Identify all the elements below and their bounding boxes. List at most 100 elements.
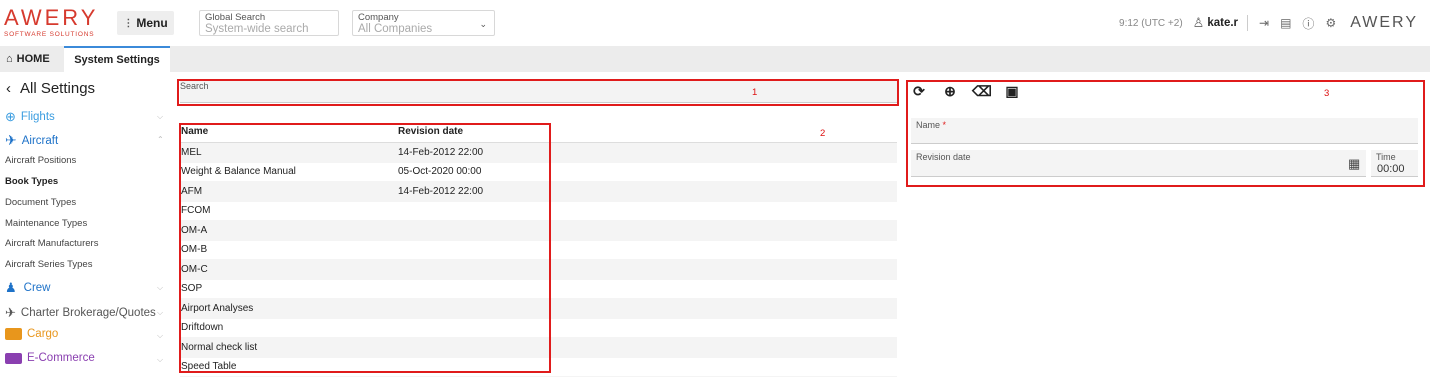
table-row[interactable]: Airport Analyses [180,299,897,319]
table-row[interactable]: FCOM [180,202,897,221]
sidebar-group-crew-label: Crew [23,282,51,294]
required-marker: * [942,120,947,130]
cell-name: AFM [181,185,203,197]
logo-tagline: SOFTWARE SOLUTIONS [4,31,95,38]
logout-icon[interactable]: ⇥ [1259,16,1269,30]
cell-name: Driftdown [181,322,224,334]
sidebar-group-ecommerce-label: E-Commerce [27,352,95,364]
table-row[interactable]: OM-A [180,221,897,241]
sidebar-group-crew[interactable]: ♟ Crew ⌵ [5,280,163,296]
company-label: Company [358,12,399,23]
time-value: 00:00 [1377,163,1405,175]
sidebar-item-aircraft-manufacturers[interactable]: Aircraft Manufacturers [5,238,98,249]
messages-icon[interactable]: ▤ [1280,16,1291,30]
company-value: All Companies [358,23,433,35]
time-field[interactable]: Time 00:00 [1371,150,1418,177]
cell-revision-date: 14-Feb-2012 22:00 [398,185,484,197]
table-header: Name Revision date [180,121,897,143]
refresh-icon[interactable]: ⟳ [910,83,928,100]
table-row[interactable]: Normal check list [180,338,897,358]
warehouse-icon [5,328,22,340]
name-field[interactable]: Name * [911,118,1418,144]
global-search-label: Global Search [205,12,266,23]
cell-name: MEL [181,146,202,158]
money-icon [5,352,22,364]
table-row[interactable]: SOP [180,280,897,299]
add-circle-icon[interactable]: ⊕ [941,83,959,100]
name-field-label: Name * [916,120,946,130]
sidebar-group-flights[interactable]: ⊕ Flights ⌵ [5,109,163,125]
all-settings-back[interactable]: ‹ All Settings [6,80,95,97]
home-icon: ⌂ [6,53,13,65]
sidebar-item-book-types[interactable]: Book Types [5,176,58,187]
time-label: Time [1376,152,1396,162]
sidebar-group-charter[interactable]: ✈ Charter Brokerage/Quotes ⌵ [5,305,163,321]
sidebar-group-ecommerce[interactable]: E-Commerce ⌵ [5,352,163,364]
top-bar: AWERY SOFTWARE SOLUTIONS ⋮ Menu Global S… [0,0,1430,46]
sidebar-item-aircraft-series-types[interactable]: Aircraft Series Types [5,259,92,270]
user-menu[interactable]: ♙ kate.r [1192,15,1249,31]
cell-revision-date: 14-Feb-2012 22:00 [398,146,484,158]
tab-home[interactable]: ⌂ HOME [6,46,50,72]
crew-icon: ♟ [5,280,17,295]
takeoff-icon: ✈ [5,305,16,320]
airplane-icon: ✈ [5,132,17,148]
annotation-number-3: 3 [1324,88,1330,99]
logo-wordmark: AWERY [4,5,99,30]
clock-display: 9:12 (UTC +2) [1119,17,1183,29]
sidebar-group-aircraft-label: Aircraft [21,134,59,147]
revision-date-field[interactable]: Revision date [911,150,1366,177]
menu-button[interactable]: ⋮ Menu [117,11,174,35]
cell-name: Speed Table [181,361,237,373]
table-row[interactable]: OM-B [180,241,897,260]
sidebar-group-cargo-label: Cargo [27,328,59,340]
form-toolbar: ⟳ ⊕ ⌫ ▣ [910,83,1021,100]
sidebar-item-maintenance-types[interactable]: Maintenance Types [5,218,87,229]
brand-logo-right: AWERY [1350,14,1418,31]
chevron-down-icon: ⌄ [479,19,487,29]
cell-name: OM-C [181,263,208,275]
gear-icon[interactable]: ⚙ [1325,16,1336,30]
column-header-name[interactable]: Name [180,126,398,137]
settings-sidebar: ‹ All Settings ⊕ Flights ⌵ ✈ Aircraft ⌃ … [0,72,170,377]
search-label: Search [180,81,209,91]
table-row[interactable]: Driftdown [180,319,897,338]
cell-name: OM-A [181,224,208,236]
table-row[interactable]: MEL 14-Feb-2012 22:00 [180,143,897,163]
calendar-icon[interactable]: ▦ [1348,156,1360,172]
company-select[interactable]: Company All Companies ⌄ [352,10,495,36]
search-field[interactable]: Search [180,80,897,103]
cell-name: Weight & Balance Manual [181,166,296,178]
cell-name: Normal check list [181,341,258,353]
table-row[interactable]: Weight & Balance Manual 05-Oct-2020 00:00 [180,163,897,182]
sidebar-group-cargo[interactable]: Cargo ⌵ [5,328,163,340]
cell-name: Airport Analyses [181,302,254,314]
table-row[interactable]: AFM 14-Feb-2012 22:00 [180,182,897,202]
sidebar-item-document-types[interactable]: Document Types [5,197,76,208]
sidebar-group-aircraft[interactable]: ✈ Aircraft ⌃ [5,132,164,149]
cell-name: FCOM [181,205,211,217]
table-row[interactable]: Speed Table [180,358,897,377]
sidebar-group-charter-label: Charter Brokerage/Quotes [20,307,156,319]
awery-logo[interactable]: AWERY SOFTWARE SOLUTIONS [4,5,99,39]
chevron-left-icon: ‹ [6,80,11,97]
name-label-text: Name [916,120,941,130]
cell-name: OM-B [181,244,208,256]
table-row[interactable]: OM-C [180,260,897,280]
info-icon[interactable]: ⓘ [1302,15,1314,32]
cell-revision-date: 05-Oct-2020 00:00 [398,166,482,178]
global-search-field[interactable]: Global Search System-wide search [199,10,339,36]
tab-system-settings[interactable]: System Settings [64,46,170,72]
chevron-down-icon: ⌵ [157,283,164,292]
sidebar-item-aircraft-positions[interactable]: Aircraft Positions [5,155,76,166]
all-settings-label: All Settings [20,80,96,97]
username: kate.r [1207,17,1239,29]
user-icon: ♙ [1192,15,1205,30]
global-search-input[interactable]: System-wide search [205,23,333,36]
annotation-number-1: 1 [752,87,758,98]
book-types-table: Name Revision date MEL 14-Feb-2012 22:00 … [180,121,897,377]
eraser-icon[interactable]: ⌫ [972,83,992,100]
tab-bar: ⌂ HOME System Settings [0,46,1430,72]
chevron-down-icon: ⌵ [157,112,164,121]
save-icon[interactable]: ▣ [1003,83,1021,100]
